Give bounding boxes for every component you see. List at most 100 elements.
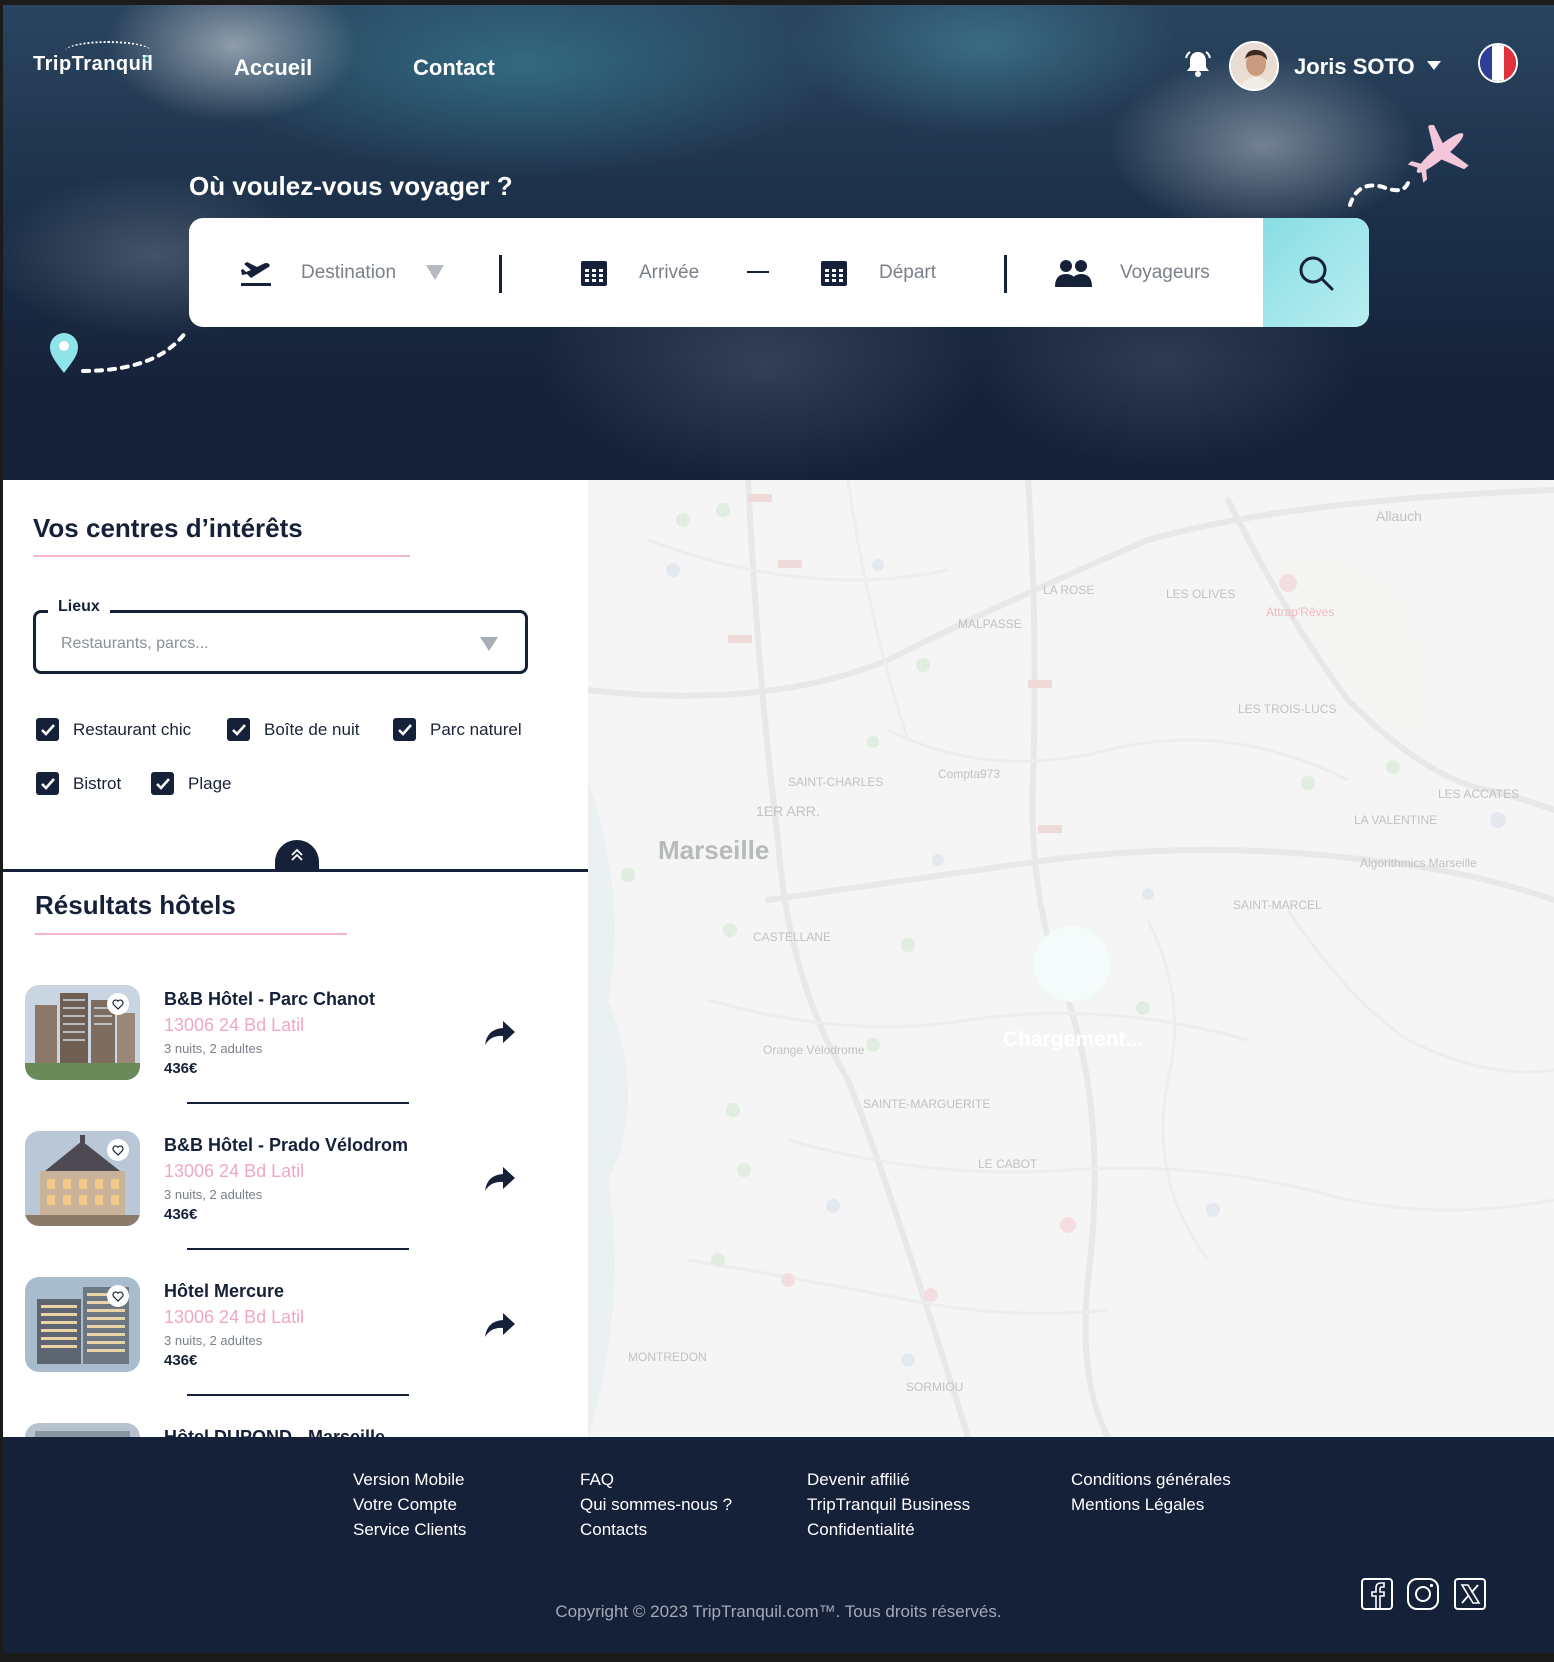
footer-link[interactable]: Qui sommes-nous ? [580, 1495, 732, 1514]
footer-column: Version Mobile Votre Compte Service Clie… [353, 1470, 466, 1539]
destination-dropdown-icon[interactable] [426, 265, 445, 280]
checkbox-label: Restaurant chic [73, 719, 192, 739]
hotel-image[interactable] [25, 1131, 140, 1226]
map-label: 1ER ARR. [756, 803, 820, 819]
nav-contact[interactable]: Contact [413, 55, 495, 81]
checkbox-checked[interactable] [393, 718, 416, 741]
results-title: Résultats hôtels [35, 890, 236, 920]
checkbox-restaurant-chic[interactable]: Restaurant chic [36, 718, 191, 741]
search-bar: Destination Arrivée Départ Voyageurs [189, 218, 1369, 327]
page: TripTranquil Accueil Contact Joris SOTO … [3, 5, 1554, 1653]
hotel-divider [187, 1102, 409, 1104]
checkbox-checked[interactable] [36, 718, 59, 741]
map-label: Allauch [1376, 508, 1422, 524]
footer-link[interactable]: TripTranquil Business [807, 1495, 970, 1514]
interests-title: Vos centres d’intérêts [33, 513, 303, 543]
map-label: LA ROSE [1043, 583, 1095, 597]
hotel-image[interactable] [25, 1423, 140, 1437]
checkbox-bistrot[interactable]: Bistrot [36, 772, 121, 795]
checkbox-boite-de-nuit[interactable]: Boîte de nuit [227, 718, 359, 741]
map-label: Attrap'Rêves [1266, 605, 1335, 619]
travelers-field[interactable]: Voyageurs [1054, 218, 1210, 327]
footer-link[interactable]: Conditions générales [1071, 1470, 1231, 1489]
hotel-address: 13006 24 Bd Latil [164, 1015, 305, 1035]
departure-field[interactable]: Départ [819, 218, 936, 327]
checkbox-checked[interactable] [36, 772, 59, 795]
location-pin-icon [50, 331, 187, 373]
footer-link[interactable]: Service Clients [353, 1520, 466, 1539]
hotel-card[interactable]: B&B Hôtel - Parc Chanot 13006 24 Bd Lati… [25, 985, 545, 1085]
loading-text: Chargement... [1002, 1028, 1144, 1051]
departure-placeholder: Départ [879, 261, 937, 283]
checkbox-checked[interactable] [227, 718, 250, 741]
double-chevron-up-icon [291, 848, 303, 861]
hotel-address: 13006 24 Bd Latil [164, 1161, 305, 1181]
avatar[interactable] [1229, 41, 1279, 91]
map-label: SAINT-CHARLES [788, 775, 884, 789]
hotel-divider [187, 1248, 409, 1250]
hotel-name[interactable]: B&B Hôtel - Prado Vélodrom [164, 1135, 408, 1156]
share-icon[interactable] [483, 1019, 517, 1047]
map-city-label: Marseille [658, 835, 770, 865]
share-icon[interactable] [483, 1311, 517, 1339]
chevron-down-icon[interactable] [480, 637, 498, 651]
favorite-button[interactable] [107, 1285, 129, 1307]
separator [499, 255, 502, 293]
checkbox-label: Bistrot [73, 773, 122, 793]
map-label: Compta973 [938, 767, 1001, 781]
map-view[interactable]: Marseille Allauch LES OLIVES MALPASSE LA… [588, 480, 1554, 1437]
travelers-placeholder: Voyageurs [1120, 261, 1210, 283]
collapse-filters-button[interactable] [275, 840, 319, 870]
hotel-stay: 3 nuits, 2 adultes [164, 1187, 263, 1202]
footer-link[interactable]: Confidentialité [807, 1520, 970, 1539]
bell-icon[interactable] [1183, 49, 1213, 79]
search-button[interactable] [1263, 218, 1369, 327]
user-name[interactable]: Joris SOTO [1294, 54, 1415, 80]
airplane-icon [1348, 125, 1469, 207]
hotel-name[interactable]: Hôtel Mercure [164, 1281, 284, 1302]
hotel-image[interactable] [25, 985, 140, 1080]
hotel-price: 436€ [164, 1060, 198, 1077]
favorite-button[interactable] [107, 1139, 129, 1161]
footer-column: Conditions générales Mentions Légales [1071, 1470, 1231, 1514]
footer-link[interactable]: FAQ [580, 1470, 732, 1489]
hotel-address: 13006 24 Bd Latil [164, 1307, 305, 1327]
panel-divider [3, 869, 588, 872]
hotel-card[interactable]: Hôtel Mercure 13006 24 Bd Latil 3 nuits,… [25, 1277, 545, 1377]
arrival-field[interactable]: Arrivée [579, 218, 699, 327]
hotel-name[interactable]: B&B Hôtel - Parc Chanot [164, 989, 375, 1010]
footer-link[interactable]: Mentions Légales [1071, 1495, 1231, 1514]
title-underline [35, 933, 347, 935]
checkbox-plage[interactable]: Plage [151, 772, 231, 795]
hero-banner: TripTranquil Accueil Contact Joris SOTO … [3, 5, 1554, 480]
map-label: SORMIOU [906, 1380, 964, 1394]
favorite-button[interactable] [107, 993, 129, 1015]
map-label: SAINTE-MARGUERITE [863, 1097, 991, 1111]
places-placeholder: Restaurants, parcs... [61, 635, 209, 652]
footer-link[interactable]: Contacts [580, 1520, 732, 1539]
checkbox-checked[interactable] [151, 772, 174, 795]
footer-link[interactable]: Votre Compte [353, 1495, 466, 1514]
map-label: Algorithmics Marseille [1360, 856, 1477, 870]
footer-link[interactable]: Devenir affilié [807, 1470, 970, 1489]
hotel-image[interactable] [25, 1277, 140, 1372]
hotel-card[interactable]: Hôtel DUPOND - Marseille [25, 1423, 545, 1437]
destination-field[interactable]: Destination [239, 218, 445, 327]
heart-icon [112, 1290, 124, 1302]
share-icon[interactable] [483, 1165, 517, 1193]
nav-accueil[interactable]: Accueil [234, 55, 312, 81]
checkbox-parc-naturel[interactable]: Parc naturel [393, 718, 522, 741]
loading-spinner [1034, 926, 1110, 1002]
logo[interactable]: TripTranquil [33, 53, 153, 76]
title-underline [33, 555, 410, 557]
hotel-stay: 3 nuits, 2 adultes [164, 1041, 263, 1056]
hotel-card[interactable]: B&B Hôtel - Prado Vélodrom 13006 24 Bd L… [25, 1131, 545, 1231]
checkmark-icon [397, 723, 412, 736]
chevron-down-icon[interactable] [1427, 61, 1441, 70]
hotel-price: 436€ [164, 1352, 198, 1369]
map-label: MONTREDON [628, 1350, 707, 1364]
map-label: LA VALENTINE [1354, 813, 1438, 827]
footer-link[interactable]: Version Mobile [353, 1470, 466, 1489]
french-flag-icon[interactable] [1478, 43, 1518, 83]
hotel-name[interactable]: Hôtel DUPOND - Marseille [164, 1427, 385, 1437]
